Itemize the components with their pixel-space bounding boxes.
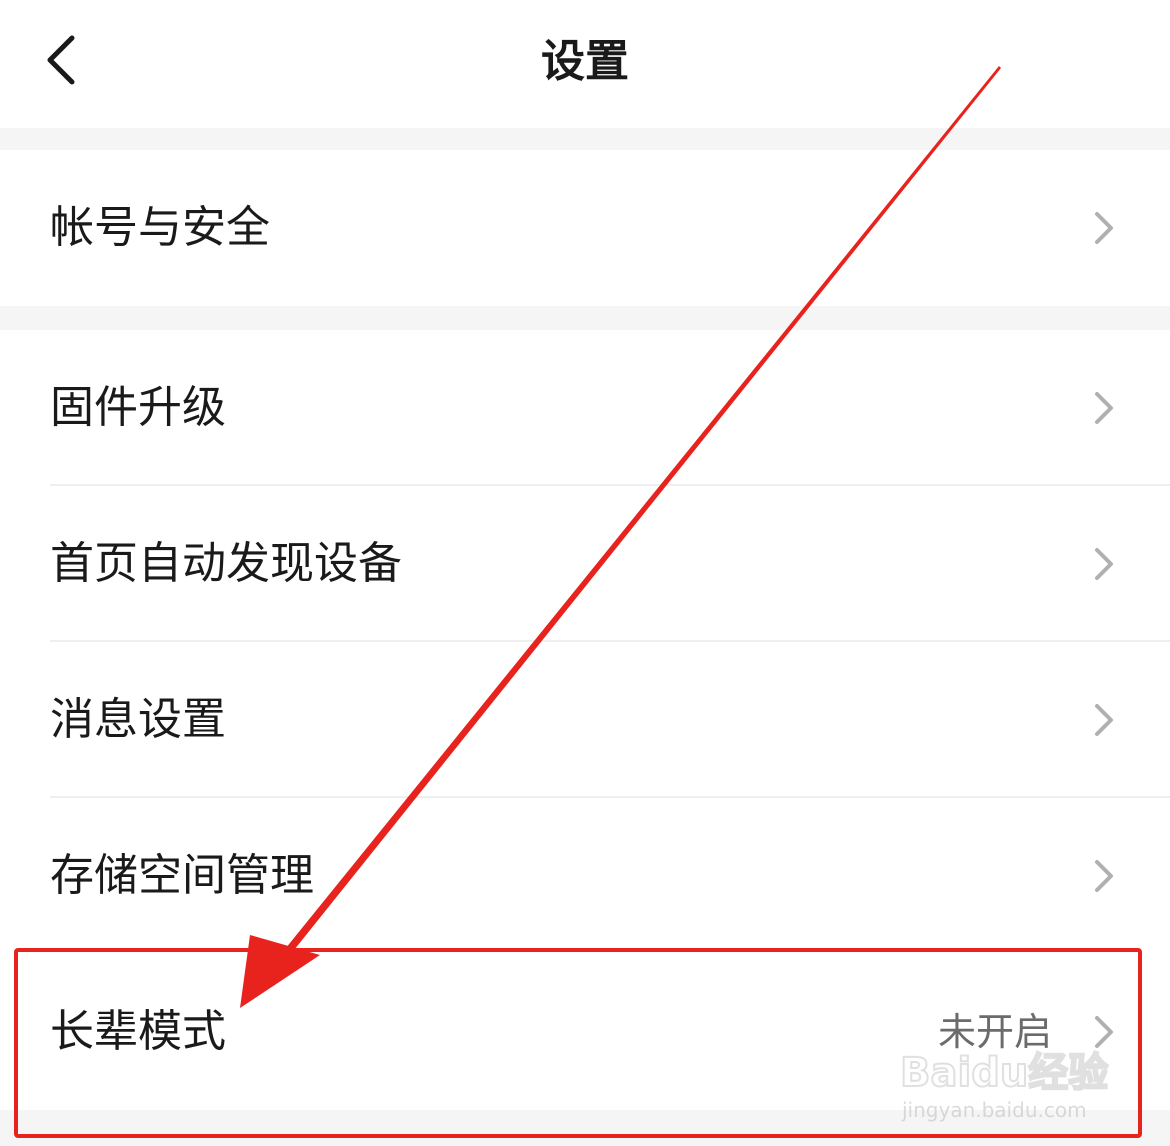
settings-item-label: 帐号与安全 — [50, 202, 270, 253]
chevron-right-icon — [1095, 860, 1113, 892]
elder-mode-status: 未开启 — [937, 1010, 1052, 1054]
settings-item-label: 存储空间管理 — [50, 850, 314, 901]
page-title: 设置 — [541, 36, 629, 87]
settings-item-auto-discover-devices[interactable]: 首页自动发现设备 — [0, 486, 1170, 642]
settings-item-label: 固件升级 — [50, 382, 226, 433]
settings-group-device: 固件升级 首页自动发现设备 消息设置 存储空间管理 长辈模式 未开启 — [0, 330, 1170, 1110]
settings-item-account-security[interactable]: 帐号与安全 — [0, 150, 1170, 306]
settings-item-storage-management[interactable]: 存储空间管理 — [0, 798, 1170, 954]
chevron-right-icon — [1095, 1016, 1113, 1048]
settings-item-message-settings[interactable]: 消息设置 — [0, 642, 1170, 798]
settings-screen: 设置 帐号与安全 固件升级 首页自动发现设备 消息设置 存储空间管理 长辈模式 … — [0, 0, 1170, 1146]
chevron-right-icon — [1095, 392, 1113, 424]
settings-item-label: 长辈模式 — [50, 1006, 226, 1057]
settings-item-elder-mode[interactable]: 长辈模式 未开启 — [0, 954, 1170, 1110]
settings-item-label: 消息设置 — [50, 694, 226, 745]
settings-item-label: 首页自动发现设备 — [50, 538, 402, 589]
navigation-bar: 设置 — [0, 0, 1170, 128]
chevron-right-icon — [1095, 212, 1113, 244]
settings-group-account: 帐号与安全 — [0, 150, 1170, 306]
chevron-right-icon — [1095, 704, 1113, 736]
settings-item-firmware-upgrade[interactable]: 固件升级 — [0, 330, 1170, 486]
chevron-right-icon — [1095, 548, 1113, 580]
